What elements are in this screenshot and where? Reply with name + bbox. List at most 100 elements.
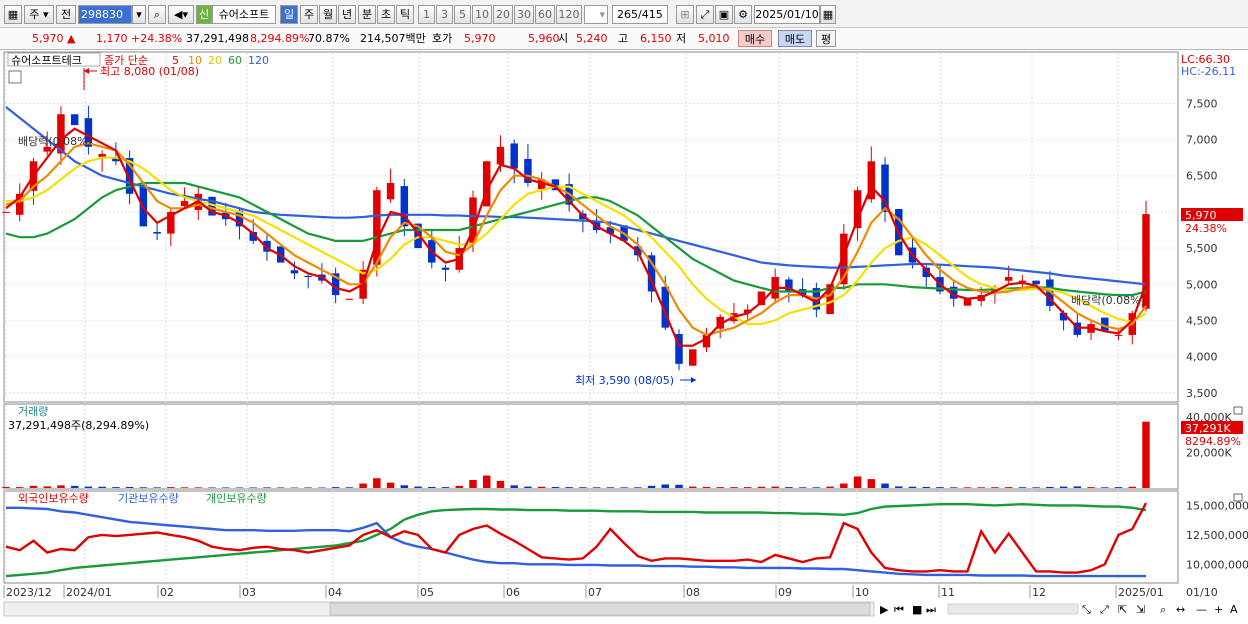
chart-type-icon[interactable]: ▦	[4, 5, 22, 24]
date-field[interactable]: 2025/01/10	[754, 5, 820, 24]
buy-button[interactable]: 매수	[738, 30, 772, 47]
zoom-in-icon[interactable]: +	[1214, 603, 1223, 616]
volume-bar	[909, 487, 916, 488]
volume-bar	[826, 487, 833, 488]
x-axis-label: 01/10	[1186, 586, 1218, 599]
collapse-icon[interactable]: ⇲	[1136, 603, 1145, 616]
calendar-icon[interactable]: ▦	[820, 5, 836, 24]
avg-button[interactable]: 평	[816, 30, 836, 47]
interval-10-label: 10	[475, 8, 489, 21]
quote-change: 1,170 +24.38%	[96, 30, 182, 47]
gear-icon[interactable]: ⚙	[734, 5, 752, 24]
candle-body	[304, 276, 311, 277]
zoom-slider[interactable]	[948, 604, 1078, 614]
volume-bar	[977, 487, 984, 488]
volume-bar	[1005, 487, 1012, 488]
volume-bar	[85, 487, 92, 488]
zoom-out-icon[interactable]: —	[1196, 603, 1207, 616]
volume-bar	[222, 487, 229, 488]
prev-button[interactable]: 전	[56, 5, 76, 24]
open-value: 5,240	[576, 32, 608, 45]
interval-120-button[interactable]: 120	[556, 5, 582, 24]
candle-body	[1115, 335, 1122, 336]
zoom-icon[interactable]: ⊞	[676, 5, 694, 24]
interval-30-button[interactable]: 30	[514, 5, 534, 24]
shrink-icon[interactable]: ⇱	[1118, 603, 1127, 616]
volume-value-text: 37,291,498주(8,294.89%)	[8, 419, 149, 432]
volume-bar	[304, 487, 311, 488]
sell-button[interactable]: 매도	[778, 30, 812, 47]
draw-icon[interactable]: ⤢	[696, 5, 714, 24]
period-day-button[interactable]: 일	[280, 5, 298, 24]
volume-panel-title: 거래량	[18, 405, 48, 418]
code-input[interactable]: 298830	[78, 5, 132, 24]
ma-20-label: 20	[208, 54, 222, 67]
scroll-first-icon[interactable]: ⏮	[894, 603, 904, 616]
x-axis-label: 12	[1032, 586, 1046, 599]
open-label: 시	[558, 32, 568, 45]
volume-bar	[30, 486, 37, 488]
period-sec-button[interactable]: 초	[377, 5, 395, 24]
volume-bar	[112, 487, 119, 488]
period-week-button[interactable]: 주	[300, 5, 318, 24]
move-icon[interactable]: ↔	[1176, 603, 1185, 616]
expand-icon[interactable]: ⤢	[1100, 603, 1109, 616]
count-field[interactable]: 265/415	[612, 5, 668, 24]
fit-icon[interactable]: ⤡	[1082, 603, 1091, 616]
prev-label: 전	[61, 8, 71, 21]
volume-bar	[552, 487, 559, 488]
period-min-button[interactable]: 분	[358, 5, 376, 24]
volume-bar	[895, 486, 902, 488]
high-annotation-text: 최고 8,080 (01/08)	[100, 65, 199, 78]
search-icon[interactable]: ⌕	[148, 5, 166, 24]
chart-area[interactable]: 7,5007,0006,5006,0005,5005,0004,5004,000…	[0, 50, 1248, 621]
scrollbar-thumb[interactable]	[330, 603, 870, 615]
volume-bar	[414, 487, 421, 488]
volume-bar	[799, 487, 806, 488]
interval-60-button[interactable]: 60	[535, 5, 555, 24]
volume-bar	[346, 487, 353, 488]
count-value: 265	[617, 8, 638, 21]
period-year-label: 년	[342, 8, 352, 21]
custom-interval-select[interactable]: ▾	[584, 5, 608, 24]
current-pct-tag-text: 24.38%	[1185, 222, 1227, 235]
save-icon[interactable]: ▣	[715, 5, 733, 24]
period-year-button[interactable]: 년	[338, 5, 356, 24]
period-tick-button[interactable]: 틱	[396, 5, 414, 24]
search-icon[interactable]: ⌕	[1160, 603, 1166, 616]
interval-5-button[interactable]: 5	[454, 5, 471, 24]
chart-svg[interactable]: 7,5007,0006,5006,0005,5005,0004,5004,000…	[0, 50, 1248, 621]
volume-bar	[277, 487, 284, 488]
volume-bar	[1129, 487, 1136, 488]
scroll-right-icon[interactable]: ▶	[880, 603, 889, 616]
legend-foreign: 외국인보유수량	[18, 492, 89, 505]
interval-20-button[interactable]: 20	[493, 5, 513, 24]
table-toggle-icon[interactable]	[9, 71, 21, 83]
x-axis-label: 11	[941, 586, 955, 599]
volume-bar	[167, 487, 174, 488]
x-axis-label: 09	[778, 586, 792, 599]
scroll-last-icon[interactable]: ⏭	[926, 603, 936, 616]
volume-bar	[813, 487, 820, 488]
low-label: 저	[676, 32, 686, 45]
volume-bar	[510, 485, 517, 488]
interval-3-button[interactable]: 3	[436, 5, 453, 24]
text-size-icon[interactable]: A	[1230, 603, 1238, 616]
volume-bar	[1019, 487, 1026, 488]
holdings-panel-close-icon[interactable]	[1234, 494, 1242, 501]
x-axis-label: 03	[242, 586, 256, 599]
volume-panel-close-icon[interactable]	[1234, 407, 1242, 414]
code-dropdown-button[interactable]: ▾	[132, 5, 146, 24]
period-month-button[interactable]: 월	[319, 5, 337, 24]
candle-body	[71, 114, 78, 125]
interval-1-button[interactable]: 1	[418, 5, 435, 24]
mode-select[interactable]: 주 ▾	[24, 5, 54, 24]
speaker-icon[interactable]: ◀▾	[168, 5, 194, 24]
stop-icon[interactable]: ■	[912, 603, 922, 616]
quote-turnover: 70.87%	[308, 30, 350, 47]
interval-10-button[interactable]: 10	[472, 5, 492, 24]
ma-60-label: 60	[228, 54, 242, 67]
quote-low: 5,010	[698, 30, 730, 47]
volume-bar	[607, 487, 614, 488]
x-axis-label: 08	[686, 586, 700, 599]
